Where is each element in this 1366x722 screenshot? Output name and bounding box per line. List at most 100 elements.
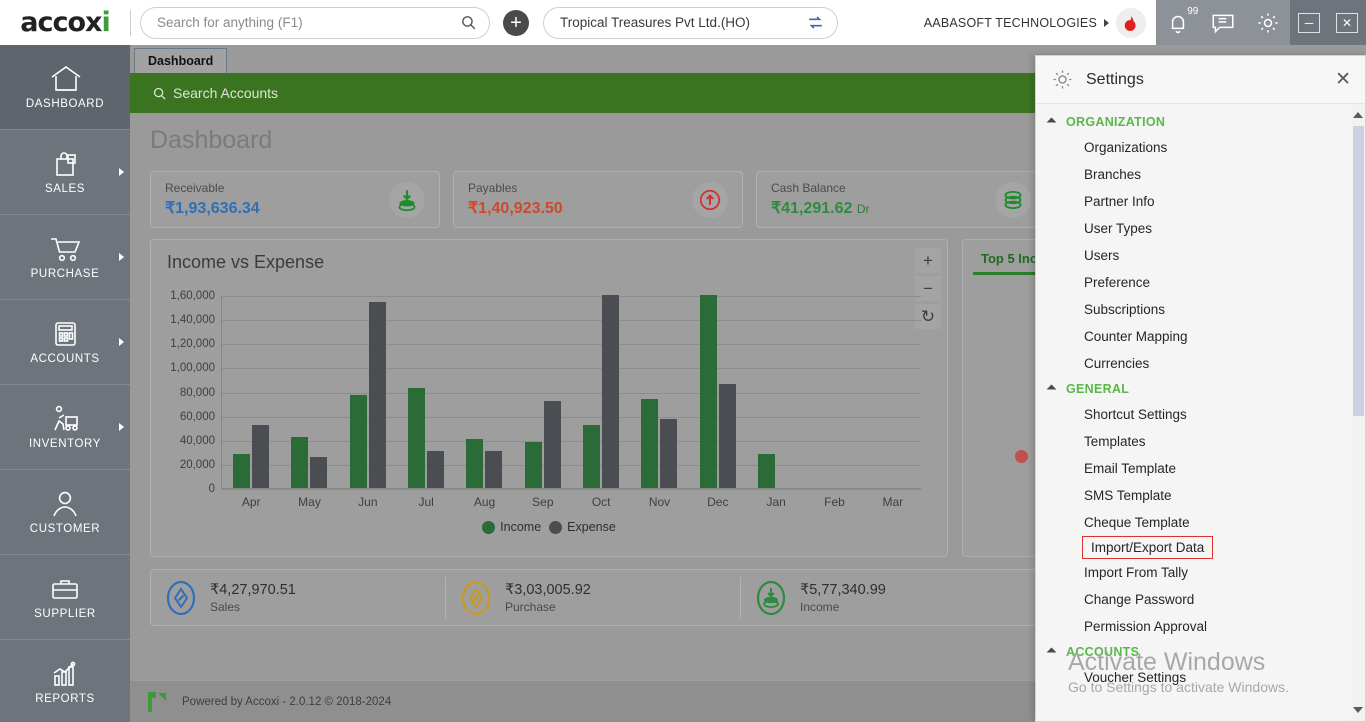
settings-item-row: Voucher Settings <box>1036 664 1351 691</box>
avatar[interactable] <box>1116 8 1146 38</box>
triangle-collapse-icon <box>1047 117 1057 127</box>
zoom-in-button[interactable]: + <box>915 248 941 273</box>
chart-bar-income[interactable] <box>408 388 425 488</box>
settings-item-user-types[interactable]: User Types <box>1036 215 1351 242</box>
settings-group-general[interactable]: GENERAL <box>1036 377 1351 401</box>
chart-bar-income[interactable] <box>525 442 542 488</box>
chart-bar-income[interactable] <box>641 399 658 488</box>
close-settings-button[interactable]: ✕ <box>1335 70 1351 89</box>
summary-item-purchase[interactable]: ₹3,03,005.92Purchase <box>446 577 741 619</box>
kpi-icon-wrap <box>389 182 425 218</box>
settings-group-label: ACCOUNTS <box>1066 645 1139 659</box>
chart-bar-expense[interactable] <box>310 457 327 488</box>
settings-item-row: Subscriptions <box>1036 296 1351 323</box>
messages-button[interactable] <box>1210 10 1236 36</box>
settings-item-cheque-template[interactable]: Cheque Template <box>1036 509 1351 536</box>
settings-item-shortcut-settings[interactable]: Shortcut Settings <box>1036 401 1351 428</box>
settings-item-row: Templates <box>1036 428 1351 455</box>
chart-y-tick-label: 1,00,000 <box>170 362 215 374</box>
add-new-button[interactable]: + <box>503 10 529 36</box>
chart-bar-income[interactable] <box>233 454 250 488</box>
search-input[interactable] <box>157 15 460 30</box>
chart-bar-income[interactable] <box>758 454 775 488</box>
organization-selector[interactable]: Tropical Treasures Pvt Ltd.(HO) <box>543 7 838 39</box>
sidebar-item-label: SUPPLIER <box>34 608 96 620</box>
settings-item-preference[interactable]: Preference <box>1036 269 1351 296</box>
income-coins-icon <box>755 579 787 617</box>
sidebar-item-inventory[interactable]: INVENTORY <box>0 385 130 470</box>
search-accounts-button[interactable]: Search Accounts <box>152 85 278 101</box>
summary-text: ₹4,27,970.51Sales <box>210 582 296 614</box>
minimize-button[interactable]: ─ <box>1298 13 1320 33</box>
chart-bar-expense[interactable] <box>719 384 736 488</box>
sidebar-item-label: ACCOUNTS <box>30 353 99 365</box>
sidebar-item-dashboard[interactable]: DASHBOARD <box>0 45 130 130</box>
settings-item-counter-mapping[interactable]: Counter Mapping <box>1036 323 1351 350</box>
settings-item-row: Partner Info <box>1036 188 1351 215</box>
kpi-card-receivable[interactable]: Receivable₹1,93,636.34 <box>150 171 440 228</box>
settings-group-label: ORGANIZATION <box>1066 115 1165 129</box>
legend-label: Income <box>500 520 541 534</box>
settings-item-users[interactable]: Users <box>1036 242 1351 269</box>
scroll-down-icon[interactable] <box>1351 703 1365 717</box>
settings-item-partner-info[interactable]: Partner Info <box>1036 188 1351 215</box>
summary-item-sales[interactable]: ₹4,27,970.51Sales <box>151 577 446 619</box>
summary-item-income[interactable]: ₹5,77,340.99Income <box>741 577 1036 619</box>
scroll-up-icon[interactable] <box>1351 108 1365 122</box>
chart-x-tick-label: Aug <box>455 495 513 509</box>
settings-button[interactable] <box>1255 10 1281 36</box>
sidebar-item-reports[interactable]: REPORTS <box>0 640 130 722</box>
sidebar-item-supplier[interactable]: SUPPLIER <box>0 555 130 640</box>
chart-bar-expense[interactable] <box>252 425 269 488</box>
kpi-card-payables[interactable]: Payables₹1,40,923.50 <box>453 171 743 228</box>
settings-item-email-template[interactable]: Email Template <box>1036 455 1351 482</box>
chart-bar-expense[interactable] <box>544 401 561 488</box>
settings-item-currencies[interactable]: Currencies <box>1036 350 1351 377</box>
notifications-button[interactable]: 99 <box>1165 10 1191 36</box>
settings-item-subscriptions[interactable]: Subscriptions <box>1036 296 1351 323</box>
switch-organization-icon[interactable] <box>806 13 825 32</box>
chart-bar-expense[interactable] <box>660 419 677 488</box>
tab-dashboard[interactable]: Dashboard <box>134 48 227 73</box>
chart-bar-income[interactable] <box>583 425 600 488</box>
settings-item-change-password[interactable]: Change Password <box>1036 586 1351 613</box>
top-bar: accoxi + Tropical Treasures Pvt Ltd.(HO)… <box>0 0 1366 45</box>
user-menu[interactable]: AABASOFT TECHNOLOGIES <box>924 8 1156 38</box>
chevron-right-icon <box>119 338 124 346</box>
chart-bar-expense[interactable] <box>369 302 386 488</box>
settings-item-import-from-tally[interactable]: Import From Tally <box>1036 559 1351 586</box>
settings-item-templates[interactable]: Templates <box>1036 428 1351 455</box>
chart-bar-income[interactable] <box>466 439 483 488</box>
chart-bar-expense[interactable] <box>602 295 619 488</box>
chart-legend-item[interactable]: Expense <box>549 520 616 534</box>
gear-icon <box>1255 10 1281 36</box>
settings-item-permission-approval[interactable]: Permission Approval <box>1036 613 1351 640</box>
settings-item-import-export-data[interactable]: Import/Export Data <box>1082 536 1213 559</box>
sidebar-item-accounts[interactable]: ACCOUNTS <box>0 300 130 385</box>
chart-bar-income[interactable] <box>291 437 308 488</box>
footer-text: Powered by Accoxi - 2.0.12 © 2018-2024 <box>182 696 391 708</box>
settings-scrollbar[interactable] <box>1351 104 1365 721</box>
settings-item-voucher-settings[interactable]: Voucher Settings <box>1036 664 1351 691</box>
settings-item-organizations[interactable]: Organizations <box>1036 134 1351 161</box>
chart-x-tick-label: Mar <box>864 495 922 509</box>
settings-item-sms-template[interactable]: SMS Template <box>1036 482 1351 509</box>
scrollbar-thumb[interactable] <box>1353 126 1364 416</box>
chart-bar-income[interactable] <box>350 395 367 488</box>
kpi-card-cash-balance[interactable]: Cash Balance₹41,291.62 Dr <box>756 171 1046 228</box>
settings-item-branches[interactable]: Branches <box>1036 161 1351 188</box>
settings-group-organization[interactable]: ORGANIZATION <box>1036 110 1351 134</box>
sidebar-item-customer[interactable]: CUSTOMER <box>0 470 130 555</box>
global-search[interactable] <box>140 7 490 39</box>
chart-legend-item[interactable]: Income <box>482 520 541 534</box>
chart-y-tick-label: 1,60,000 <box>170 290 215 302</box>
chart-bar-expense[interactable] <box>427 451 444 488</box>
settings-group-accounts[interactable]: ACCOUNTS <box>1036 640 1351 664</box>
close-button[interactable]: ✕ <box>1336 13 1358 33</box>
sidebar-item-sales[interactable]: SALES <box>0 130 130 215</box>
chart-bar-expense[interactable] <box>485 451 502 488</box>
settings-item-row: Organizations <box>1036 134 1351 161</box>
triangle-collapse-icon <box>1047 647 1057 657</box>
sidebar-item-purchase[interactable]: PURCHASE <box>0 215 130 300</box>
chart-bar-income[interactable] <box>700 295 717 488</box>
